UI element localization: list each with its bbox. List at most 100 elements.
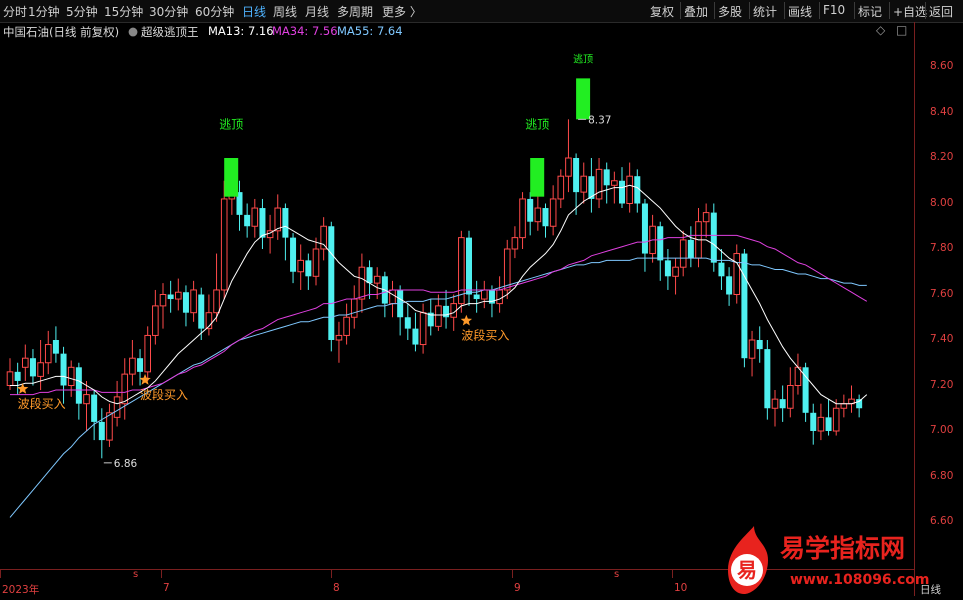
period-tab-5[interactable]: 60分钟 (195, 3, 234, 20)
date-tick (161, 570, 162, 578)
candle-body (718, 262, 725, 277)
candle-body (121, 373, 129, 405)
candle-body (810, 412, 817, 431)
period-tab-3[interactable]: 15分钟 (104, 3, 143, 20)
escape-label: 逃顶 (219, 117, 243, 131)
toolbar-button-5[interactable]: F10 (823, 3, 845, 17)
candle-body (419, 312, 427, 346)
candle-body (611, 180, 618, 186)
period-tab-7[interactable]: 周线 (273, 3, 297, 20)
candle-body (213, 289, 220, 314)
candle-body (98, 421, 105, 441)
candle-body (389, 289, 396, 305)
candle-body (320, 225, 327, 250)
date-tick-label: 7 (163, 582, 170, 594)
candle-body (748, 339, 756, 359)
candle-body (573, 158, 580, 193)
toolbar-button-4[interactable]: 画线 (788, 3, 812, 20)
date-tick (512, 570, 513, 578)
candle-body (91, 394, 98, 422)
candle-body (175, 291, 182, 300)
candle-body (672, 266, 679, 277)
candle-body (182, 292, 189, 313)
candle-body (244, 214, 251, 227)
date-tick (0, 570, 1, 578)
candle-body (534, 207, 542, 223)
period-tab-2[interactable]: 5分钟 (66, 3, 98, 20)
buy-label: 波段买入 (461, 328, 509, 343)
period-tab-10[interactable]: 更多 〉 (382, 3, 422, 20)
candle-body (557, 175, 565, 200)
period-tab-1[interactable]: 1分钟 (28, 3, 60, 20)
candle-body (466, 237, 472, 295)
toolbar-button-3[interactable]: 统计 (753, 3, 777, 20)
candle-body (626, 175, 633, 204)
period-tab-8[interactable]: 月线 (305, 3, 329, 20)
candle-body (22, 357, 29, 368)
toolbar-button-6[interactable]: 标记 (858, 3, 882, 20)
candle-body (44, 344, 52, 364)
candle-body (702, 212, 710, 223)
escape-label: 逃顶 (525, 117, 549, 131)
period-tab-6[interactable]: 日线 (242, 3, 266, 20)
candle-body (817, 416, 825, 432)
candle-body (29, 358, 36, 377)
candle-body (542, 208, 549, 227)
candle-body (83, 394, 90, 405)
candle-body (113, 396, 121, 418)
toolbar-button-0[interactable]: 复权 (650, 3, 674, 20)
candle-body (60, 353, 67, 386)
candle-body (619, 180, 625, 204)
escape-label: 逃顶 (573, 52, 593, 65)
price-tick-label: 8.00 (930, 196, 954, 209)
logo-title: 易学指标网 (780, 534, 905, 563)
logo-url: www.108096.com (790, 572, 930, 588)
buy-star-icon (460, 314, 473, 326)
toolbar-separator (854, 2, 855, 19)
candle-body (779, 399, 786, 409)
toolbar-button-1[interactable]: 叠加 (684, 3, 708, 20)
date-tick-label: 10 (674, 582, 688, 594)
candle-body (335, 334, 343, 341)
period-toolbar: 分时 1分钟 5分钟 15分钟 30分钟 60分钟 日线 周线 月线 多周期 更多 〉 复权 叠加 多股… (0, 0, 963, 23)
buy-label: 波段买入 (18, 396, 66, 411)
period-tab-0[interactable]: 分时 (3, 3, 27, 20)
candle-body (519, 198, 526, 239)
toolbar-separator (714, 2, 715, 19)
candle-body (305, 260, 312, 277)
candle-body (220, 198, 228, 291)
candle-body (343, 316, 350, 336)
toolbar-button-8[interactable]: 返回 (929, 3, 953, 20)
candle-body (756, 340, 763, 350)
candlestick-chart[interactable]: 逃顶 逃顶逃顶波段买入波段买入波段买入6.868.37 (0, 22, 914, 570)
candle-body (580, 175, 588, 193)
period-tab-4[interactable]: 30分钟 (149, 3, 188, 20)
candle-body (771, 398, 779, 409)
candle-body (282, 208, 289, 238)
price-tick-label: 6.80 (930, 469, 954, 482)
escape-signal-bar (576, 78, 591, 120)
candle-body (373, 275, 381, 284)
candle-body (832, 407, 840, 432)
toolbar-button-7[interactable]: +自选 (893, 3, 927, 20)
candle-body (159, 294, 167, 307)
candle-body (825, 417, 832, 431)
price-tick-label: 7.80 (930, 242, 954, 254)
candle-body (641, 203, 648, 254)
candle-body (565, 157, 572, 177)
candle-body (435, 305, 442, 327)
candle-body (366, 267, 373, 284)
toolbar-button-2[interactable]: 多股 (718, 3, 742, 20)
candle-body (687, 239, 694, 259)
toolbar-separator (889, 2, 890, 19)
price-tick-label: 8.60 (930, 60, 954, 72)
signal-marker: s (133, 569, 139, 580)
candle-body (144, 334, 151, 373)
candle-body (481, 289, 488, 300)
watermark-logo: 易 易学指标网 www.108096.com (720, 526, 942, 596)
candle-body (443, 305, 450, 318)
candle-body (129, 357, 136, 375)
buy-label: 波段买入 (140, 387, 188, 402)
period-tab-9[interactable]: 多周期 (337, 3, 373, 20)
date-tick-label: 9 (514, 582, 521, 594)
